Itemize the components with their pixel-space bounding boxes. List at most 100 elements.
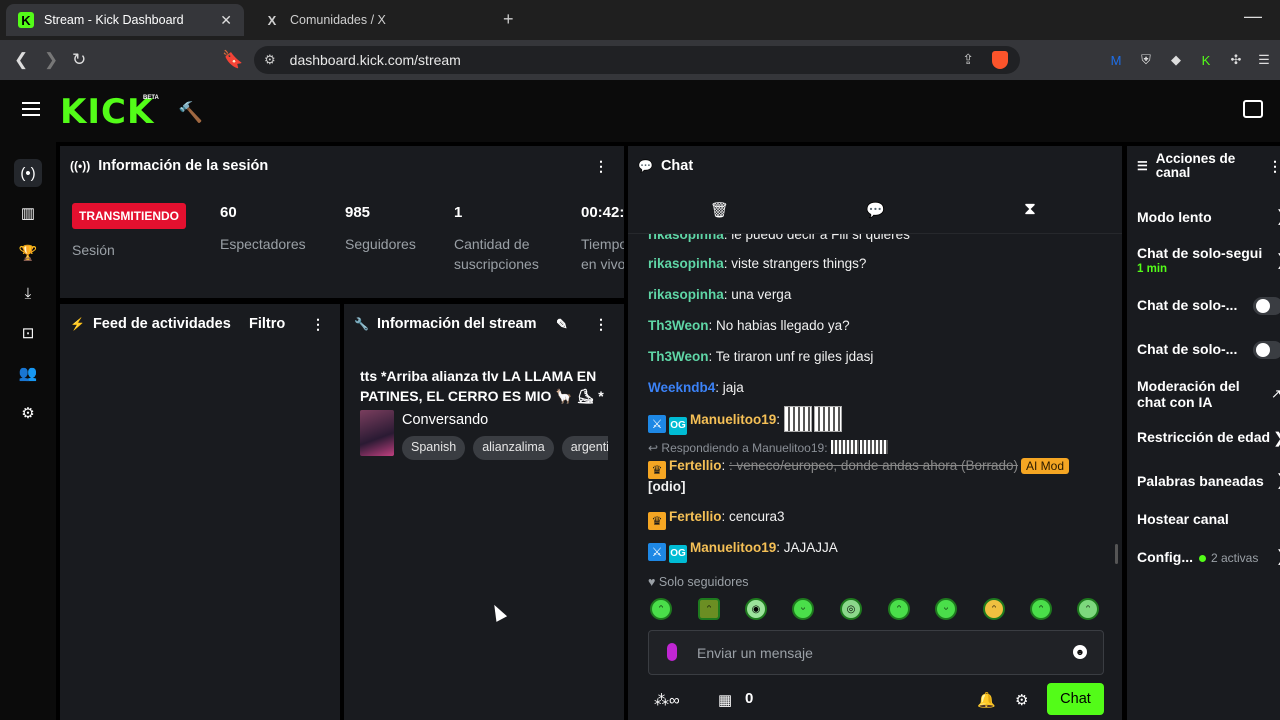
upload-icon[interactable]: ⤓ (14, 279, 42, 307)
emote-icon[interactable]: ᵔ (650, 598, 672, 620)
extension-m-icon[interactable]: M (1108, 52, 1124, 68)
chat-username[interactable]: Fertellio (669, 458, 722, 473)
extension-shield-icon[interactable]: ⛨ (1138, 52, 1154, 68)
store-icon[interactable]: ▦ (718, 691, 732, 709)
app-header: KICK BETA 🔨 (0, 80, 1280, 142)
extensions-puzzle-icon[interactable]: ✣ (1228, 52, 1244, 68)
tab-comunidades-x[interactable]: X Comunidades / X (252, 4, 492, 36)
filter-button[interactable]: Filtro (249, 316, 285, 332)
edit-pencil-icon[interactable]: ✎ (556, 316, 568, 333)
extension-kick-icon[interactable]: K (1198, 52, 1214, 68)
toggle-switch[interactable] (1253, 341, 1280, 359)
category-thumbnail[interactable] (360, 410, 394, 456)
emoji-picker-icon[interactable]: ☻ (1073, 645, 1087, 659)
url-field[interactable]: ⚙ dashboard.kick.com/stream ⇪ (254, 46, 1020, 74)
action-host-channel[interactable]: Hostear canal (1137, 511, 1280, 527)
emote-icon[interactable]: ᵔ (698, 598, 720, 620)
action-banned-words[interactable]: Palabras baneadas ❯ (1137, 473, 1280, 490)
analytics-icon[interactable]: ▥ (14, 199, 42, 227)
action-ai-moderation[interactable]: Moderación del chat con IA (1137, 378, 1257, 410)
address-bar: ❮ ❯ ↻ 🔖 ⚙ dashboard.kick.com/stream ⇪ M … (0, 40, 1280, 80)
emote-icon[interactable]: ᵕ (935, 598, 957, 620)
camera-icon[interactable]: ⊡ (14, 319, 42, 347)
chat-message: ♛ Fertellio: : veneco/europeo, donde anda… (648, 457, 1069, 479)
emote-icon[interactable]: ◎ (840, 598, 862, 620)
reload-icon[interactable]: ↻ (72, 50, 86, 70)
action-age-restriction[interactable]: Restricción de edad (1137, 429, 1280, 445)
chevron-right-icon: ❯ (1276, 209, 1280, 225)
tag-chip[interactable]: Spanish (402, 436, 466, 460)
stream-info-header: 🔧 Información del stream (344, 304, 624, 344)
external-link-icon[interactable]: ↗ (1271, 386, 1280, 402)
category-name[interactable]: Conversando (402, 412, 488, 428)
chevron-right-icon: ❯ (1276, 253, 1280, 269)
action-configuration[interactable]: Config... 2 activas ❯ (1137, 549, 1280, 566)
chat-username[interactable]: rikasopinha (648, 256, 724, 271)
chat-username[interactable]: Weekndb4 (648, 380, 715, 395)
stream-broadcast-icon[interactable]: (•) (14, 159, 42, 187)
chat-settings-icon[interactable]: ⚙ (1015, 691, 1028, 709)
tab-kick-dashboard[interactable]: K Stream - Kick Dashboard ✕ (6, 4, 244, 36)
emote-icon[interactable]: ᵔ (983, 598, 1005, 620)
moderator-sword-icon: ⚔ (648, 415, 666, 433)
settings-icon[interactable]: ⚙ (14, 399, 42, 427)
extension-diamond-icon[interactable]: ◆ (1168, 52, 1184, 68)
hourglass-icon[interactable]: ⧗ (1024, 199, 1036, 219)
chat-text: : le puedo decir a Fili si quieres (723, 234, 910, 242)
reply-context[interactable]: ↩ Respondiendo a Manuelitoo19: (648, 439, 889, 457)
community-icon[interactable]: 👥 (14, 359, 42, 387)
chat-username[interactable]: rikasopinha (648, 287, 724, 302)
action-slow-mode[interactable]: Modo lento ❯ (1137, 209, 1280, 226)
emote-icon[interactable]: ◉ (745, 598, 767, 620)
chat-text: : JAJAJJA (776, 540, 838, 555)
hammer-icon[interactable]: 🔨 (178, 100, 203, 125)
points-icon[interactable]: ⁂∞ (654, 691, 680, 709)
emote-icon[interactable]: ᵔ (1030, 598, 1052, 620)
action-followers-only-chat[interactable]: Chat de solo-segui 1 min ❯ (1137, 245, 1280, 277)
emote-icon[interactable]: ᵔ (888, 598, 910, 620)
bookmark-icon[interactable]: 🔖 (222, 50, 243, 70)
microphone-icon[interactable] (667, 643, 677, 661)
more-options-icon[interactable]: ⋮ (311, 316, 325, 333)
channel-actions-panel: ☰ Acciones de canal ⋮ Modo lento ❯ Chat d… (1127, 146, 1280, 720)
chat-message-input[interactable] (697, 643, 1057, 663)
new-tab-icon[interactable]: + (503, 9, 514, 30)
more-options-icon[interactable]: ⋮ (1268, 158, 1280, 175)
forward-icon[interactable]: ❯ (44, 50, 58, 70)
chat-username[interactable]: rikasopinha (648, 234, 724, 242)
chevron-right-icon: ❯ (1273, 429, 1280, 447)
chat-username[interactable]: Manuelitoo19 (690, 540, 776, 555)
site-settings-icon[interactable]: ⚙ (264, 52, 276, 68)
hamburger-icon[interactable] (22, 102, 40, 116)
message-icon[interactable]: 💬 (866, 201, 885, 219)
chat-scrollbar[interactable] (1115, 544, 1118, 564)
tag-chip[interactable]: alianzalima (473, 436, 554, 460)
tag-chip[interactable]: argentina (561, 436, 608, 460)
chat-message: Th3Weon: Te tiraron unf re giles jdasj (648, 348, 873, 366)
back-icon[interactable]: ❮ (14, 50, 28, 70)
minimize-icon[interactable]: — (1244, 6, 1262, 27)
chat-message-list: rikasopinha: le puedo decir a Fili si qu… (628, 234, 1122, 574)
chat-username[interactable]: Manuelitoo19 (690, 412, 776, 427)
trophy-icon[interactable]: 🏆 (14, 239, 42, 267)
actions-list-icon: ☰ (1137, 159, 1148, 173)
trash-icon[interactable]: 🗑 (710, 201, 729, 219)
chat-username[interactable]: Th3Weon (648, 318, 709, 333)
emote-icon[interactable]: ᵔ (1077, 598, 1099, 620)
notification-bell-icon[interactable]: 🔔 (977, 691, 996, 709)
lightning-icon: ⚡ (70, 317, 85, 331)
share-icon[interactable]: ⇪ (962, 51, 974, 68)
emote-icon[interactable]: ᵕ (792, 598, 814, 620)
close-tab-icon[interactable]: ✕ (220, 12, 232, 29)
kick-logo[interactable]: KICK (60, 92, 154, 132)
menu-icon[interactable]: ☰ (1256, 52, 1272, 68)
more-options-icon[interactable]: ⋮ (594, 316, 608, 333)
chat-username[interactable]: Fertellio (669, 509, 722, 524)
more-options-icon[interactable]: ⋮ (594, 158, 608, 175)
brave-shield-icon[interactable] (992, 51, 1008, 69)
send-chat-button[interactable]: Chat (1047, 683, 1104, 715)
store-icon[interactable] (1243, 100, 1263, 118)
chat-username[interactable]: Th3Weon (648, 349, 709, 364)
toggle-switch[interactable] (1253, 297, 1280, 315)
followers-value: 985 (345, 204, 371, 221)
